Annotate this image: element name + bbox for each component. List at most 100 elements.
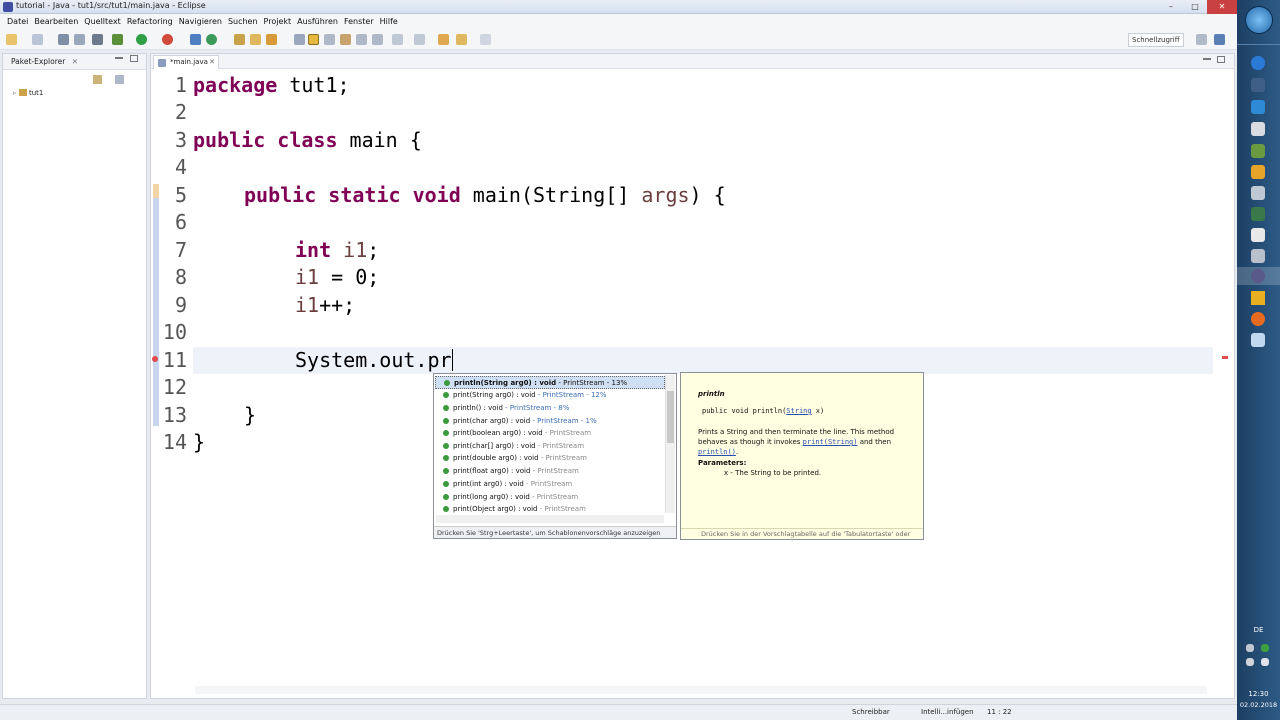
suggestion-hscrollbar[interactable] xyxy=(436,515,664,523)
ie-icon[interactable] xyxy=(1251,56,1265,70)
new-class-icon[interactable] xyxy=(190,34,201,45)
menu-bearbeiten[interactable]: Bearbeiten xyxy=(31,14,81,30)
forward-icon[interactable] xyxy=(480,34,491,45)
menu-suchen[interactable]: Suchen xyxy=(225,14,261,30)
run-icon[interactable] xyxy=(136,34,147,45)
menu-fenster[interactable]: Fenster xyxy=(341,14,377,30)
new-package-icon[interactable] xyxy=(206,34,217,45)
editor-minimize-icon[interactable] xyxy=(1203,58,1211,60)
open-icon[interactable] xyxy=(32,34,43,45)
search-icon[interactable] xyxy=(266,34,277,45)
back-icon[interactable] xyxy=(456,34,467,45)
app-icon[interactable] xyxy=(1251,207,1265,221)
save-all-icon[interactable] xyxy=(74,34,85,45)
print-link[interactable]: print(String) xyxy=(803,438,858,446)
overview-error-marker[interactable] xyxy=(1222,356,1228,359)
language-indicator[interactable]: DE xyxy=(1237,626,1280,634)
volume-icon[interactable] xyxy=(1246,658,1254,666)
format-icon[interactable] xyxy=(356,34,367,45)
package-explorer-tab[interactable]: Paket-Explorer ✕ xyxy=(3,54,146,70)
maximize-button[interactable]: □ xyxy=(1183,0,1207,14)
menu-quelltext[interactable]: Quelltext xyxy=(81,14,124,30)
maximize-icon[interactable] xyxy=(130,55,138,62)
next-annotation-icon[interactable] xyxy=(392,34,403,45)
tray-up-icon[interactable] xyxy=(1246,644,1254,652)
javadoc-signature: public void println(String x) xyxy=(702,407,825,415)
app-icon[interactable] xyxy=(1251,291,1265,305)
app-icon[interactable] xyxy=(1251,165,1265,179)
status-insert-mode[interactable]: Intelli...infügen xyxy=(921,708,974,716)
suggestion-item[interactable]: print(float arg0) : void - PrintStream xyxy=(435,465,665,478)
window-title: tutorial - Java - tut1/src/tut1/main.jav… xyxy=(16,1,206,10)
debug-icon[interactable] xyxy=(112,34,123,45)
open-type-icon[interactable] xyxy=(234,34,245,45)
editor-maximize-icon[interactable] xyxy=(1217,56,1225,63)
suggestion-item[interactable]: print(long arg0) : void - PrintStream xyxy=(435,491,665,504)
code-line: 7 int i1; xyxy=(151,237,1211,264)
tree-item-project[interactable]: ▹ tut1 xyxy=(13,89,43,97)
status-writable: Schreibbar xyxy=(852,708,890,716)
open-task-icon[interactable] xyxy=(250,34,261,45)
minimize-icon[interactable] xyxy=(115,57,123,59)
tray-icon[interactable] xyxy=(1261,644,1269,652)
close-button[interactable]: ✕ xyxy=(1207,0,1237,14)
annotation-icon[interactable] xyxy=(294,34,305,45)
app-icon[interactable] xyxy=(1251,186,1265,200)
java-perspective-icon[interactable] xyxy=(1214,34,1225,45)
app-icon[interactable] xyxy=(1251,249,1265,263)
tool-icon[interactable] xyxy=(92,34,103,45)
paragraph-icon[interactable] xyxy=(372,34,383,45)
start-button-icon[interactable] xyxy=(1245,6,1273,34)
app-icon[interactable] xyxy=(1251,333,1265,347)
app-icon[interactable] xyxy=(1251,144,1265,158)
network-icon[interactable] xyxy=(1261,658,1269,666)
menu-ausfuehren[interactable]: Ausführen xyxy=(294,14,341,30)
minimize-button[interactable]: – xyxy=(1159,0,1183,14)
close-icon[interactable]: ✕ xyxy=(72,57,78,66)
menu-navigieren[interactable]: Navigieren xyxy=(176,14,225,30)
scroll-thumb[interactable] xyxy=(667,391,674,443)
app-icon[interactable] xyxy=(1251,228,1265,242)
menu-datei[interactable]: Datei xyxy=(4,14,31,30)
menu-projekt[interactable]: Projekt xyxy=(261,14,295,30)
save-icon[interactable] xyxy=(58,34,69,45)
suggestion-item[interactable]: println() : void - PrintStream - 8% xyxy=(435,402,665,415)
suggestion-item[interactable]: print(int arg0) : void - PrintStream xyxy=(435,478,665,491)
last-edit-icon[interactable] xyxy=(438,34,449,45)
suggestion-item[interactable]: print(boolean arg0) : void - PrintStream xyxy=(435,427,665,440)
menu-refactoring[interactable]: Refactoring xyxy=(124,14,176,30)
suggestion-item[interactable]: println(String arg0) : void - PrintStrea… xyxy=(435,376,665,389)
show-whitespace-icon[interactable] xyxy=(324,34,335,45)
menu-hilfe[interactable]: Hilfe xyxy=(377,14,401,30)
clock-date[interactable]: 02.02.2018 xyxy=(1237,701,1280,709)
block-select-icon[interactable] xyxy=(340,34,351,45)
app-icon[interactable] xyxy=(1251,122,1265,136)
app-icon[interactable] xyxy=(1251,100,1265,114)
open-perspective-icon[interactable] xyxy=(1196,34,1207,45)
println-link[interactable]: println() xyxy=(698,448,736,456)
suggestion-item[interactable]: print(char arg0) : void - PrintStream - … xyxy=(435,415,665,428)
suggestion-item[interactable]: print(String arg0) : void - PrintStream … xyxy=(435,389,665,402)
suggestion-item[interactable]: print(double arg0) : void - PrintStream xyxy=(435,452,665,465)
external-tools-icon[interactable] xyxy=(162,34,173,45)
new-file-icon[interactable] xyxy=(6,34,17,45)
line-number: 11 xyxy=(162,348,187,372)
suggestion-item[interactable]: print(Object arg0) : void - PrintStream xyxy=(435,503,665,516)
prev-annotation-icon[interactable] xyxy=(414,34,425,45)
toggle-mark-icon[interactable] xyxy=(308,34,319,45)
public-method-icon xyxy=(443,468,449,474)
suggestion-scrollbar[interactable] xyxy=(665,375,675,513)
eclipse-task-icon[interactable] xyxy=(1251,269,1265,283)
string-type-link[interactable]: String xyxy=(786,407,811,415)
tab-main-java[interactable]: *main.java ✕ xyxy=(153,55,219,69)
app-icon[interactable] xyxy=(1251,78,1265,92)
view-menu-icon[interactable] xyxy=(115,75,124,84)
close-tab-icon[interactable]: ✕ xyxy=(209,58,215,66)
collapse-all-icon[interactable] xyxy=(93,75,102,84)
suggestion-item[interactable]: print(char[] arg0) : void - PrintStream xyxy=(435,440,665,453)
firefox-icon[interactable] xyxy=(1251,312,1265,326)
horizontal-scrollbar[interactable] xyxy=(195,686,1207,694)
quick-access-input[interactable]: Schnellzugriff xyxy=(1128,33,1184,47)
error-marker-icon[interactable] xyxy=(152,356,158,362)
clock-time[interactable]: 12:30 xyxy=(1237,690,1280,698)
